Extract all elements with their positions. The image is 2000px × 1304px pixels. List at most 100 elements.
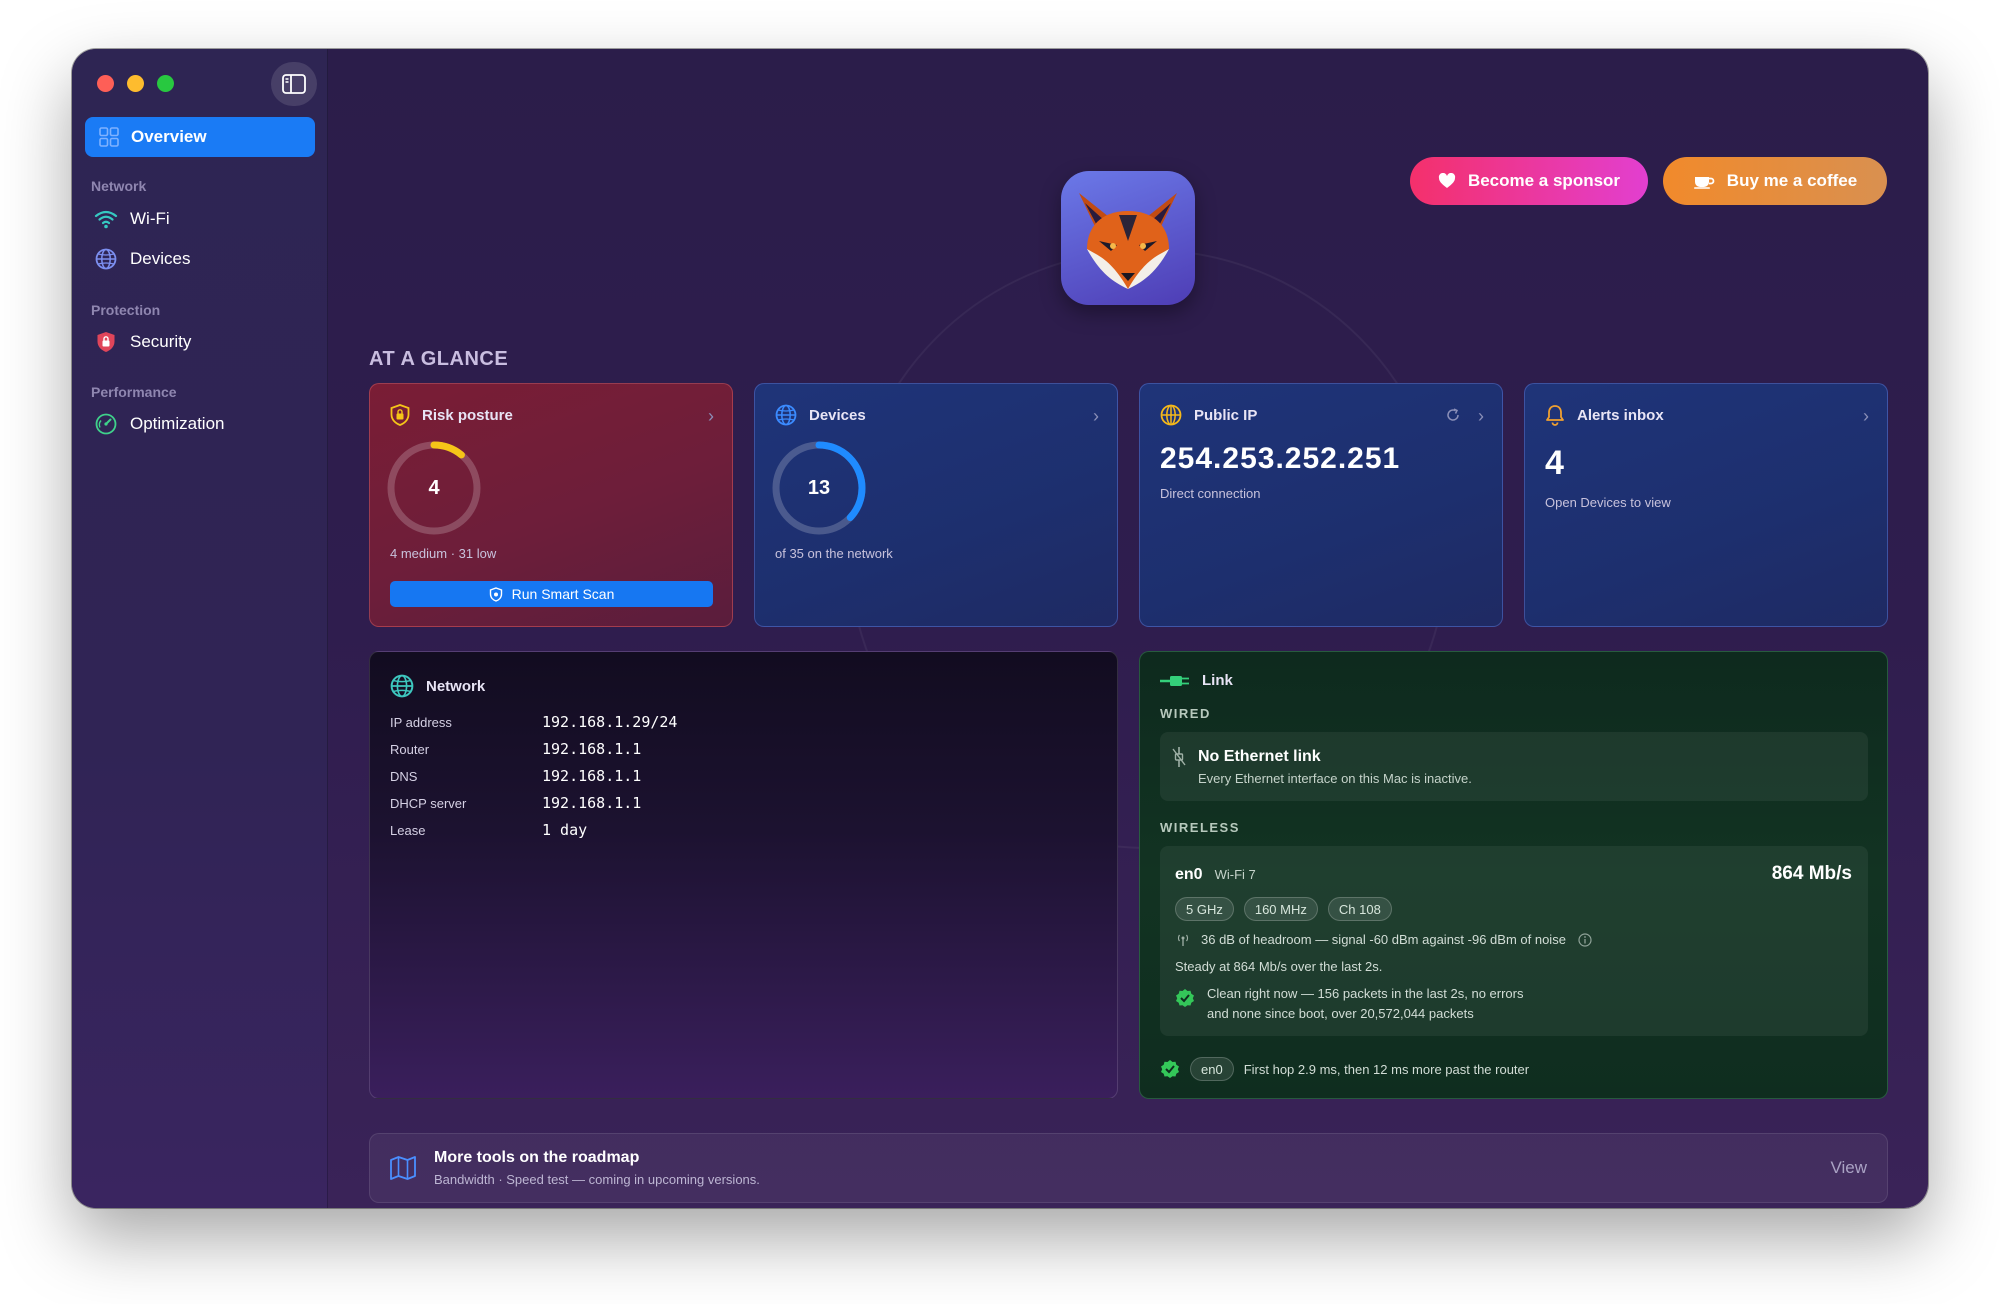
sidebar: Overview Network Wi-Fi Devices Protectio… bbox=[72, 49, 328, 1208]
row-value[interactable]: 1 day bbox=[542, 821, 587, 839]
sidebar-section-network: Network bbox=[91, 178, 147, 194]
risk-count: 4 bbox=[428, 476, 440, 499]
alerts-hint: Open Devices to view bbox=[1545, 495, 1671, 510]
row-key: IP address bbox=[390, 714, 452, 730]
roadmap-view-link[interactable]: View bbox=[1830, 1158, 1867, 1178]
sidebar-item-label: Wi-Fi bbox=[130, 209, 170, 228]
devices-card[interactable]: Devices › 13 of 35 on the network bbox=[754, 383, 1118, 627]
app-logo-fox bbox=[1061, 171, 1195, 305]
first-hop-text: First hop 2.9 ms, then 12 ms more past t… bbox=[1243, 1061, 1530, 1077]
alerts-inbox-card[interactable]: Alerts inbox › 4 Open Devices to view bbox=[1524, 383, 1888, 627]
ethernet-subtitle: Every Ethernet interface on this Mac is … bbox=[1198, 771, 1472, 786]
card-header: Risk posture bbox=[390, 404, 513, 426]
buy-coffee-button[interactable]: Buy me a coffee bbox=[1663, 157, 1887, 205]
info-icon[interactable] bbox=[1578, 932, 1592, 947]
network-row-lease: Lease 1 day bbox=[390, 821, 1090, 839]
lock-shield-icon bbox=[390, 404, 410, 426]
row-value[interactable]: 192.168.1.29/24 bbox=[542, 713, 677, 731]
link-panel: Link WIRED No Ethernet link Every Ethern… bbox=[1139, 651, 1888, 1099]
sidebar-item-devices[interactable]: Devices bbox=[94, 247, 190, 271]
network-panel: Network IP address 192.168.1.29/24 Route… bbox=[369, 651, 1118, 1099]
row-key: DNS bbox=[390, 768, 418, 784]
minimize-window-button[interactable] bbox=[127, 75, 144, 92]
ethernet-cable-icon bbox=[1160, 674, 1190, 688]
chevron-right-icon[interactable]: › bbox=[1093, 406, 1099, 427]
band-tag: 5 GHz bbox=[1175, 897, 1234, 921]
row-key: DHCP server bbox=[390, 795, 467, 811]
roadmap-subtitle: Bandwidth · Speed test — coming in upcom… bbox=[434, 1172, 760, 1187]
devices-count: 13 bbox=[807, 476, 831, 499]
heart-icon bbox=[1438, 173, 1456, 189]
public-ip-value: 254.253.252.251 bbox=[1160, 442, 1401, 475]
section-title-at-a-glance: AT A GLANCE bbox=[369, 348, 509, 370]
row-key: Router bbox=[390, 741, 430, 757]
wifi-icon bbox=[94, 207, 118, 231]
globe-icon bbox=[94, 247, 118, 271]
card-title: Risk posture bbox=[422, 406, 513, 424]
clean-text: Clean right now — 156 packets in the las… bbox=[1207, 984, 1524, 1024]
risk-posture-card[interactable]: Risk posture › 4 4 medium · 31 low Run S… bbox=[369, 383, 733, 627]
first-hop-row: en0 First hop 2.9 ms, then 12 ms more pa… bbox=[1160, 1057, 1529, 1081]
public-ip-card[interactable]: Public IP › 254.253.252.251 Direct conne… bbox=[1139, 383, 1503, 627]
antenna-icon bbox=[1175, 933, 1191, 947]
main-content: Become a sponsor Buy me a coffee AT A GL… bbox=[328, 49, 1928, 1208]
row-value[interactable]: 192.168.1.1 bbox=[542, 767, 641, 785]
row-value[interactable]: 192.168.1.1 bbox=[542, 740, 641, 758]
wired-label: WIRED bbox=[1160, 706, 1211, 721]
devices-total: of 35 on the network bbox=[775, 546, 893, 561]
check-badge-icon bbox=[1175, 988, 1195, 1024]
card-header: Public IP bbox=[1160, 404, 1257, 426]
sidebar-item-security[interactable]: Security bbox=[94, 330, 191, 354]
gauge-icon bbox=[94, 412, 118, 436]
row-value[interactable]: 192.168.1.1 bbox=[542, 794, 641, 812]
refresh-icon[interactable] bbox=[1446, 408, 1460, 427]
globe-icon bbox=[390, 674, 414, 698]
sidebar-item-label: Devices bbox=[130, 249, 191, 268]
zoom-window-button[interactable] bbox=[157, 75, 174, 92]
sidebar-item-optimization[interactable]: Optimization bbox=[94, 412, 224, 436]
chevron-right-icon[interactable]: › bbox=[1863, 406, 1869, 427]
check-badge-icon bbox=[1160, 1059, 1180, 1079]
panel-header: Network bbox=[390, 674, 485, 698]
roadmap-banner[interactable]: More tools on the roadmap Bandwidth · Sp… bbox=[369, 1133, 1888, 1203]
channel-tag: Ch 108 bbox=[1327, 897, 1392, 921]
sidebar-item-label: Overview bbox=[131, 127, 207, 146]
wireless-label: WIRELESS bbox=[1160, 820, 1240, 835]
sidebar-item-label: Optimization bbox=[130, 414, 225, 433]
panel-header: Link bbox=[1160, 672, 1233, 689]
roadmap-title: More tools on the roadmap bbox=[434, 1149, 640, 1166]
iface-name: en0 bbox=[1175, 866, 1203, 883]
sidebar-item-overview[interactable]: Overview bbox=[85, 117, 315, 157]
run-smart-scan-button[interactable]: Run Smart Scan bbox=[390, 581, 713, 607]
become-sponsor-button[interactable]: Become a sponsor bbox=[1410, 157, 1648, 205]
alerts-count: 4 bbox=[1545, 444, 1564, 482]
card-title: Alerts inbox bbox=[1577, 406, 1664, 424]
link-rate: 864 Mb/s bbox=[1771, 863, 1852, 884]
coffee-cup-icon bbox=[1693, 173, 1715, 189]
wireless-status-box: en0 Wi-Fi 7 864 Mb/s 5 GHz 160 MHz Ch 10… bbox=[1160, 846, 1868, 1036]
hop-iface-tag: en0 bbox=[1190, 1057, 1234, 1081]
steady-text: Steady at 864 Mb/s over the last 2s. bbox=[1175, 959, 1383, 974]
sidebar-item-wifi[interactable]: Wi-Fi bbox=[94, 207, 170, 231]
app-window: Overview Network Wi-Fi Devices Protectio… bbox=[72, 49, 1928, 1208]
width-tag: 160 MHz bbox=[1243, 897, 1318, 921]
sidebar-toggle-button[interactable] bbox=[271, 62, 317, 106]
ethernet-status-box: No Ethernet link Every Ethernet interfac… bbox=[1160, 732, 1868, 801]
close-window-button[interactable] bbox=[97, 75, 114, 92]
clean-row: Clean right now — 156 packets in the las… bbox=[1175, 984, 1524, 1024]
chevron-right-icon[interactable]: › bbox=[1478, 406, 1484, 427]
card-title: Devices bbox=[809, 406, 866, 424]
network-row-router: Router 192.168.1.1 bbox=[390, 740, 1090, 758]
bell-icon bbox=[1545, 404, 1565, 426]
unplugged-icon bbox=[1172, 746, 1186, 773]
clean-line-2: and none since boot, over 20,572,044 pac… bbox=[1207, 1006, 1474, 1021]
map-icon bbox=[390, 1156, 416, 1185]
network-row-ip: IP address 192.168.1.29/24 bbox=[390, 713, 1090, 731]
chevron-right-icon[interactable]: › bbox=[708, 406, 714, 427]
card-title: Public IP bbox=[1194, 406, 1258, 424]
shield-scan-icon bbox=[489, 586, 503, 602]
card-header: Alerts inbox bbox=[1545, 404, 1664, 426]
sidebar-item-label: Security bbox=[130, 332, 192, 351]
ethernet-title: No Ethernet link bbox=[1198, 748, 1321, 765]
network-row-dhcp: DHCP server 192.168.1.1 bbox=[390, 794, 1090, 812]
